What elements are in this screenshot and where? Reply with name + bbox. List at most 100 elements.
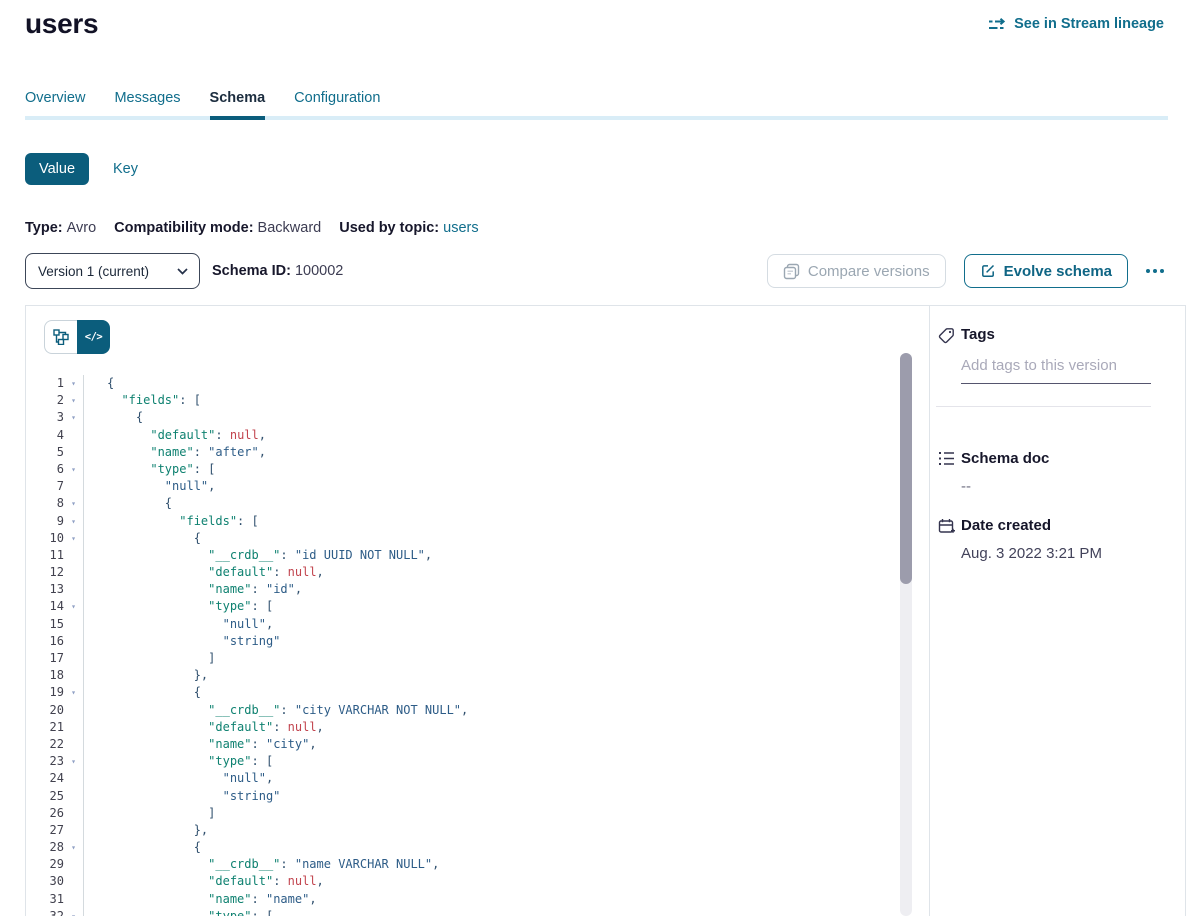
line-number: 11 <box>26 547 64 564</box>
schema-page: users See in Stream lineage Overview Mes… <box>0 0 1189 916</box>
code-text: "__crdb__": "city VARCHAR NOT NULL", <box>83 702 468 719</box>
collapse-arrow-spacer <box>64 770 83 787</box>
collapse-arrow-spacer <box>64 478 83 495</box>
code-line: 6▾ "type": [ <box>26 461 929 478</box>
line-number: 15 <box>26 616 64 633</box>
code-text: { <box>83 409 143 426</box>
collapse-arrow-icon[interactable]: ▾ <box>64 409 83 426</box>
stream-lineage-link[interactable]: See in Stream lineage <box>989 16 1164 32</box>
tags-input[interactable] <box>961 357 1151 384</box>
tab-schema[interactable]: Schema <box>210 90 266 116</box>
collapse-arrow-spacer <box>64 822 83 839</box>
code-line: 10▾ { <box>26 530 929 547</box>
code-text: "default": null, <box>83 564 324 581</box>
code-line: 8▾ { <box>26 495 929 512</box>
scrollbar-thumb[interactable] <box>900 353 912 584</box>
code-line: 21 "default": null, <box>26 719 929 736</box>
tab-bar: Overview Messages Schema Configuration <box>25 90 380 116</box>
schema-sidebar: Tags Schema doc -- Date created Aug. 3 2… <box>930 306 1187 916</box>
code-lines: 1▾{2▾ "fields": [3▾ {4 "default": null,5… <box>26 375 929 916</box>
value-tab-button[interactable]: Value <box>25 153 89 185</box>
collapse-arrow-spacer <box>64 650 83 667</box>
code-text: "name": "after", <box>83 444 266 461</box>
version-select[interactable]: Version 1 (current) <box>25 253 200 289</box>
code-text: "name": "name", <box>83 891 317 908</box>
collapse-arrow-icon[interactable]: ▾ <box>64 461 83 478</box>
code-text: "fields": [ <box>83 513 259 530</box>
type-label: Type: <box>25 220 63 236</box>
collapse-arrow-icon[interactable]: ▾ <box>64 598 83 615</box>
code-line: 18 }, <box>26 667 929 684</box>
type-value: Avro <box>67 220 97 236</box>
tab-messages[interactable]: Messages <box>114 90 180 116</box>
version-toolbar: Version 1 (current) Schema ID:100002 Com… <box>25 253 1168 289</box>
code-line: 32▾ "type": [ <box>26 908 929 916</box>
stream-lineage-label: See in Stream lineage <box>1014 16 1164 32</box>
tab-label: Configuration <box>294 90 380 106</box>
more-options-button[interactable] <box>1144 261 1166 281</box>
list-icon <box>938 451 955 470</box>
collapse-arrow-icon[interactable]: ▾ <box>64 839 83 856</box>
compatibility-mode: Compatibility mode:Backward <box>114 220 321 236</box>
line-number: 1 <box>26 375 64 392</box>
collapse-arrow-icon[interactable]: ▾ <box>64 753 83 770</box>
line-number: 7 <box>26 478 64 495</box>
line-number: 5 <box>26 444 64 461</box>
collapse-arrow-spacer <box>64 736 83 753</box>
code-text: "default": null, <box>83 427 266 444</box>
line-number: 13 <box>26 581 64 598</box>
code-text: "default": null, <box>83 719 324 736</box>
line-number: 9 <box>26 513 64 530</box>
code-text: "type": [ <box>83 598 273 615</box>
view-toggle: </> <box>44 320 110 354</box>
line-number: 22 <box>26 736 64 753</box>
collapse-arrow-icon[interactable]: ▾ <box>64 392 83 409</box>
collapse-arrow-icon[interactable]: ▾ <box>64 375 83 392</box>
collapse-arrow-icon[interactable]: ▾ <box>64 908 83 916</box>
tab-configuration[interactable]: Configuration <box>294 90 380 116</box>
scrollbar[interactable] <box>900 353 912 916</box>
code-text: { <box>83 839 201 856</box>
collapse-arrow-icon[interactable]: ▾ <box>64 684 83 701</box>
code-text: "default": null, <box>83 873 324 890</box>
collapse-arrow-spacer <box>64 788 83 805</box>
code-text: "name": "city", <box>83 736 317 753</box>
collapse-arrow-icon[interactable]: ▾ <box>64 513 83 530</box>
code-text: "__crdb__": "id UUID NOT NULL", <box>83 547 432 564</box>
edit-square-icon <box>980 263 996 279</box>
line-number: 21 <box>26 719 64 736</box>
line-number: 17 <box>26 650 64 667</box>
collapse-arrow-spacer <box>64 547 83 564</box>
line-number: 3 <box>26 409 64 426</box>
key-tab-button[interactable]: Key <box>113 161 138 177</box>
line-number: 30 <box>26 873 64 890</box>
compare-versions-button[interactable]: Compare versions <box>767 254 946 288</box>
evolve-schema-button[interactable]: Evolve schema <box>964 254 1128 288</box>
date-created-title: Date created <box>961 517 1051 535</box>
code-line: 25 "string" <box>26 788 929 805</box>
code-text: { <box>83 684 201 701</box>
tab-underline-bar <box>25 116 1168 120</box>
line-number: 29 <box>26 856 64 873</box>
line-number: 4 <box>26 427 64 444</box>
line-number: 6 <box>26 461 64 478</box>
code-text: "null", <box>83 478 215 495</box>
topic-link[interactable]: users <box>443 220 478 236</box>
tab-overview[interactable]: Overview <box>25 90 85 116</box>
tree-view-button[interactable] <box>44 320 77 354</box>
code-line: 20 "__crdb__": "city VARCHAR NOT NULL", <box>26 702 929 719</box>
collapse-arrow-spacer <box>64 719 83 736</box>
line-number: 32 <box>26 908 64 916</box>
sidebar-divider <box>936 406 1151 407</box>
code-line: 2▾ "fields": [ <box>26 392 929 409</box>
collapse-arrow-icon[interactable]: ▾ <box>64 530 83 547</box>
code-text: { <box>83 375 114 392</box>
compat-value: Backward <box>258 220 322 236</box>
line-number: 18 <box>26 667 64 684</box>
line-number: 16 <box>26 633 64 650</box>
code-line: 24 "null", <box>26 770 929 787</box>
code-text: }, <box>83 667 208 684</box>
stream-lineage-icon <box>989 18 1007 31</box>
code-view-button[interactable]: </> <box>77 320 110 354</box>
collapse-arrow-icon[interactable]: ▾ <box>64 495 83 512</box>
